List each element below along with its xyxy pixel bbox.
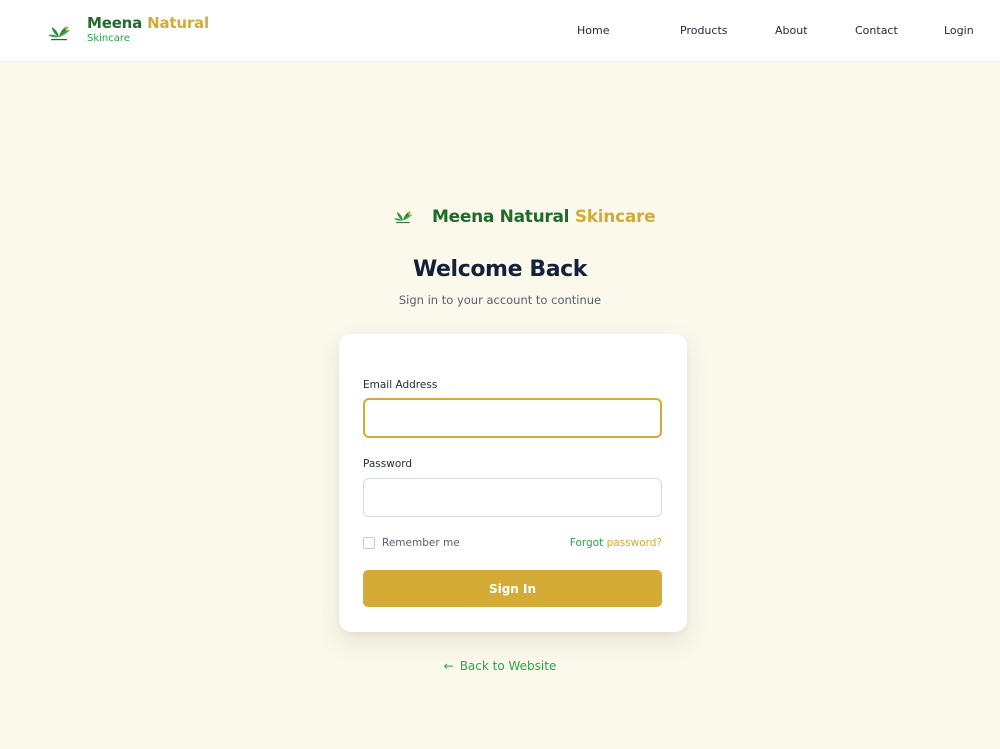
login-form-card: Email Address Password Remember me Forgo… [339, 334, 687, 632]
page-subtitle: Sign in to your account to continue [398, 293, 602, 307]
email-label: Email Address [363, 379, 438, 391]
remember-me-checkbox[interactable] [363, 537, 375, 549]
login-brand: Meena Natural Skincare [392, 206, 656, 228]
leaf-logo-icon [48, 26, 70, 41]
brand-name-primary: Meena [87, 14, 143, 32]
email-field[interactable] [363, 398, 662, 438]
nav-home[interactable]: Home [577, 24, 609, 38]
back-to-website-link[interactable]: ← Back to Website [0, 659, 1000, 673]
login-brand-name: Meena Natural [432, 207, 570, 227]
password-text: password? [606, 537, 662, 549]
password-label: Password [363, 458, 413, 470]
arrow-left-icon: ← [443, 659, 454, 673]
back-to-website-label: Back to Website [459, 659, 557, 673]
nav-contact[interactable]: Contact [855, 24, 898, 38]
leaf-logo-icon [393, 211, 413, 224]
login-brand-accent: Skincare [574, 207, 656, 227]
page-title: Welcome Back [412, 257, 588, 282]
remember-me: Remember me [363, 537, 460, 549]
nav-products[interactable]: Products [680, 24, 728, 38]
forgot-password-link[interactable]: Forgot password? [570, 537, 662, 550]
brand-name-accent: Natural [147, 14, 209, 32]
brand-logo-link[interactable]: Meena Natural Skincare [46, 14, 209, 46]
remember-me-label[interactable]: Remember me [382, 537, 460, 549]
forgot-text: Forgot [569, 537, 604, 549]
password-field[interactable] [363, 478, 662, 517]
top-navigation-bar: Meena Natural Skincare Home Products Abo… [0, 0, 1000, 62]
sign-in-button[interactable]: Sign In [363, 570, 662, 607]
brand-subtitle: Skincare [87, 33, 130, 44]
nav-about[interactable]: About [775, 24, 808, 38]
nav-login[interactable]: Login [944, 24, 974, 38]
